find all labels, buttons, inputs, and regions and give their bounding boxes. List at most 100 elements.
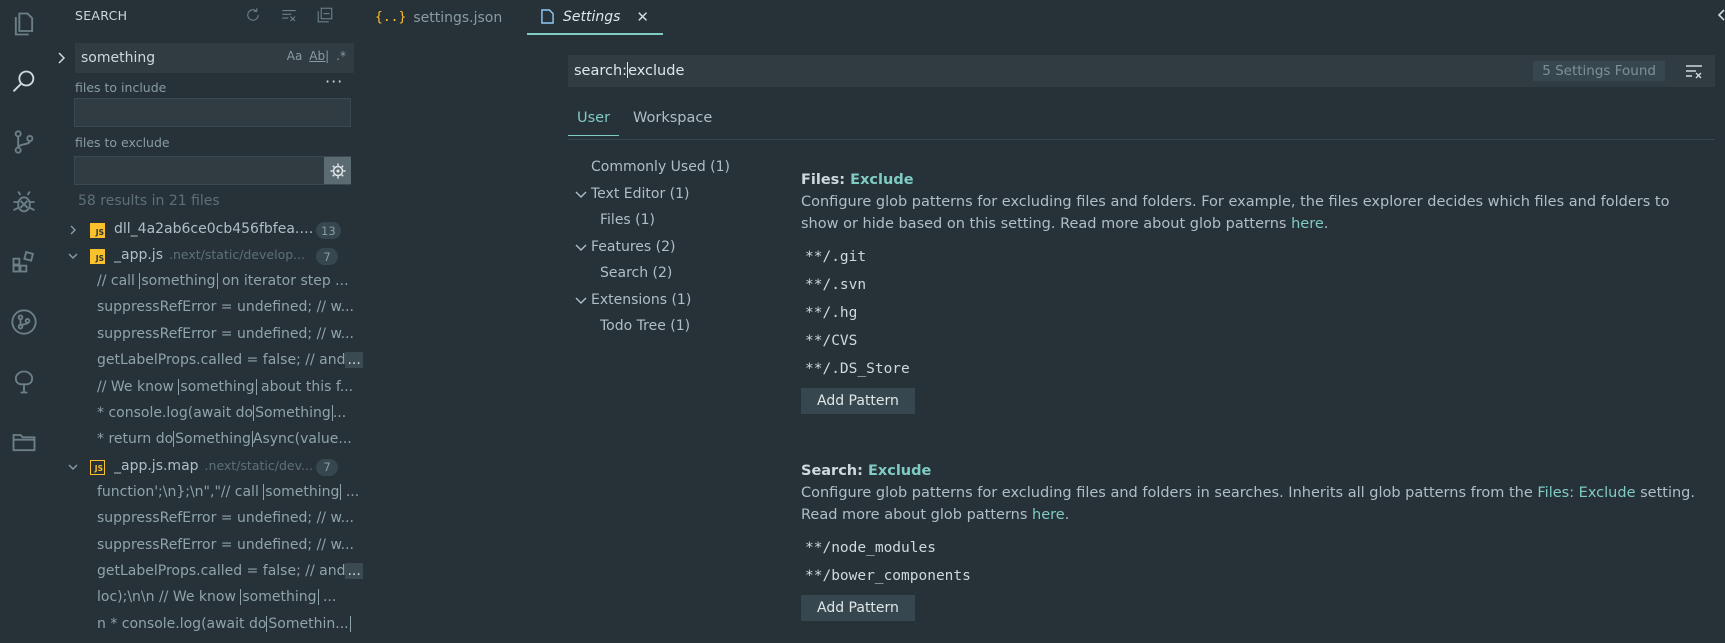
- todo-tree-icon[interactable]: [8, 366, 40, 398]
- result-match-row[interactable]: * return do Something Async(value...: [48, 427, 363, 453]
- pattern-item[interactable]: **/.svn: [801, 271, 1711, 299]
- match-pre: suppressRefError = undefined; // w...: [97, 510, 354, 527]
- toc-item-label: Extensions (1): [591, 291, 692, 308]
- setting-link[interactable]: Files: Exclude: [1537, 485, 1635, 501]
- search-icon[interactable]: [8, 66, 40, 98]
- setting-link[interactable]: here: [1032, 507, 1065, 523]
- result-match-row[interactable]: // We know something about this f...: [48, 375, 363, 401]
- match-text: getLabelProps.called = false; // and...: [97, 562, 363, 579]
- git-graph-icon[interactable]: [8, 306, 40, 338]
- match-case-icon[interactable]: Aa: [287, 49, 303, 63]
- use-exclude-settings-gear-icon[interactable]: [324, 157, 351, 184]
- search-query-box[interactable]: Aa Ab| .*: [75, 43, 354, 73]
- result-match-row[interactable]: suppressRefError = undefined; // w...: [48, 322, 363, 348]
- folder-icon[interactable]: [8, 426, 40, 458]
- debug-icon[interactable]: [8, 186, 40, 218]
- result-match-row[interactable]: suppressRefError = undefined; // w...: [48, 295, 363, 321]
- search-input[interactable]: [81, 50, 261, 66]
- chevron-down-icon[interactable]: [575, 190, 587, 200]
- toc-item[interactable]: Commonly Used (1): [568, 158, 768, 185]
- tab-settings-json[interactable]: {..} settings.json: [375, 0, 502, 35]
- result-match-row[interactable]: function';\n};\n","// call something ...: [48, 480, 363, 506]
- add-pattern-button[interactable]: Add Pattern: [801, 595, 915, 621]
- results-summary: 58 results in 21 files: [78, 193, 220, 209]
- result-match-row[interactable]: suppressRefError = undefined; // w...: [48, 533, 363, 559]
- pattern-item[interactable]: **/node_modules: [801, 534, 1711, 562]
- result-match-row[interactable]: suppressRefError = undefined; // w...: [48, 506, 363, 532]
- pattern-item[interactable]: **/.hg: [801, 299, 1711, 327]
- chevron-down-icon[interactable]: [67, 250, 79, 262]
- result-file-row[interactable]: JS dll_4a2ab6ce0cb456fbfea... 13: [48, 217, 363, 243]
- setting-item: Search: Exclude Configure glob patterns f…: [801, 463, 1711, 621]
- collapse-all-icon[interactable]: [315, 5, 335, 25]
- result-file-row[interactable]: JS _app.js.map .next/static/dev... 7: [48, 454, 363, 480]
- result-match-row[interactable]: getLabelProps.called = false; // and...: [48, 559, 363, 585]
- close-icon[interactable]: ✕: [636, 8, 649, 26]
- tab-user[interactable]: User: [568, 110, 620, 136]
- chevron-right-icon[interactable]: [67, 224, 79, 236]
- toggle-replace-chevron-icon[interactable]: [57, 51, 67, 65]
- setting-title: Files: Exclude: [801, 172, 914, 188]
- files-to-include-input[interactable]: [75, 99, 350, 126]
- clear-filter-icon[interactable]: [1685, 63, 1703, 79]
- result-file-row[interactable]: JS _app.js .next/static/develop... 7: [48, 243, 363, 269]
- chevron-down-icon[interactable]: [575, 243, 587, 253]
- toggle-search-details-icon[interactable]: ···: [325, 72, 343, 91]
- result-match-row[interactable]: getLabelProps.called = false; // and...: [48, 348, 363, 374]
- setting-link[interactable]: here: [1291, 216, 1324, 232]
- chevron-down-icon[interactable]: [67, 461, 79, 473]
- toc-item[interactable]: Search (2): [568, 264, 768, 291]
- match-text: loc);\n\n // We know something ...: [97, 589, 363, 606]
- result-file-name: _app.js .next/static/develop...: [114, 247, 306, 263]
- tab-settings[interactable]: Settings ✕: [527, 0, 663, 35]
- clear-results-icon[interactable]: [279, 5, 299, 25]
- tab-workspace[interactable]: Workspace: [633, 110, 712, 135]
- files-to-include-field[interactable]: [74, 98, 351, 127]
- match-text: suppressRefError = undefined; // w...: [97, 299, 363, 315]
- sidebar-title: SEARCH: [75, 8, 128, 23]
- refresh-icon[interactable]: [243, 5, 263, 25]
- result-count-badge: 7: [316, 458, 338, 476]
- files-to-exclude-input[interactable]: [75, 157, 350, 184]
- toc-item[interactable]: Extensions (1): [568, 291, 768, 318]
- toc-item-label: Text Editor (1): [591, 185, 690, 202]
- match-post: on iterator step ...: [217, 273, 349, 289]
- match-text: suppressRefError = undefined; // w...: [97, 537, 363, 553]
- regex-icon[interactable]: .*: [336, 49, 346, 63]
- search-options: Aa Ab| .*: [287, 49, 346, 63]
- match-text: getLabelProps.called = false; // and...: [97, 352, 363, 369]
- result-match-row[interactable]: // call something on iterator step ...: [48, 269, 363, 295]
- setting-description: Configure glob patterns for excluding fi…: [801, 485, 1695, 523]
- result-match-row[interactable]: n * console.log(await do Somethin...: [48, 612, 363, 638]
- toc-item-label: Todo Tree (1): [600, 318, 691, 334]
- pattern-item[interactable]: **/.DS_Store: [801, 355, 1711, 383]
- toc-item[interactable]: Files (1): [568, 211, 768, 238]
- js-map-icon: JS: [90, 459, 105, 475]
- match-whole-word-icon[interactable]: Ab|: [309, 49, 329, 63]
- add-pattern-button[interactable]: Add Pattern: [801, 388, 915, 414]
- json-file-icon: {..}: [375, 10, 407, 25]
- editor-tabs: {..} settings.json Settings ✕: [363, 0, 1725, 35]
- settings-search-box[interactable]: search:exclude 5 Settings Found: [568, 55, 1715, 87]
- pattern-item[interactable]: **/CVS: [801, 327, 1711, 355]
- match-text: // call something on iterator step ...: [97, 273, 363, 289]
- extensions-icon[interactable]: [8, 245, 40, 277]
- pattern-list: **/.git **/.svn **/.hg **/CVS **/.DS_Store: [801, 243, 1711, 383]
- caret-left-icon[interactable]: [1717, 8, 1725, 22]
- result-match-row[interactable]: loc);\n\n // We know something ...: [48, 585, 363, 611]
- result-file-path: .next/static/dev...: [204, 457, 313, 473]
- match-pre: function';\n};\n","// call: [97, 483, 264, 500]
- match-highlight: Somethin...: [266, 615, 351, 632]
- chevron-down-icon[interactable]: [575, 296, 587, 306]
- files-to-exclude-field[interactable]: [74, 156, 351, 185]
- toc-item[interactable]: Features (2): [568, 238, 768, 265]
- settings-search-input[interactable]: search:exclude: [574, 62, 684, 79]
- explorer-icon[interactable]: [8, 8, 40, 40]
- source-control-icon[interactable]: [8, 126, 40, 158]
- toc-item[interactable]: Todo Tree (1): [568, 317, 768, 344]
- result-match-row[interactable]: * console.log(await do Something...: [48, 401, 363, 427]
- match-overflow: ...: [345, 352, 363, 369]
- pattern-item[interactable]: **/.git: [801, 243, 1711, 271]
- toc-item[interactable]: Text Editor (1): [568, 185, 768, 212]
- pattern-item[interactable]: **/bower_components: [801, 562, 1711, 590]
